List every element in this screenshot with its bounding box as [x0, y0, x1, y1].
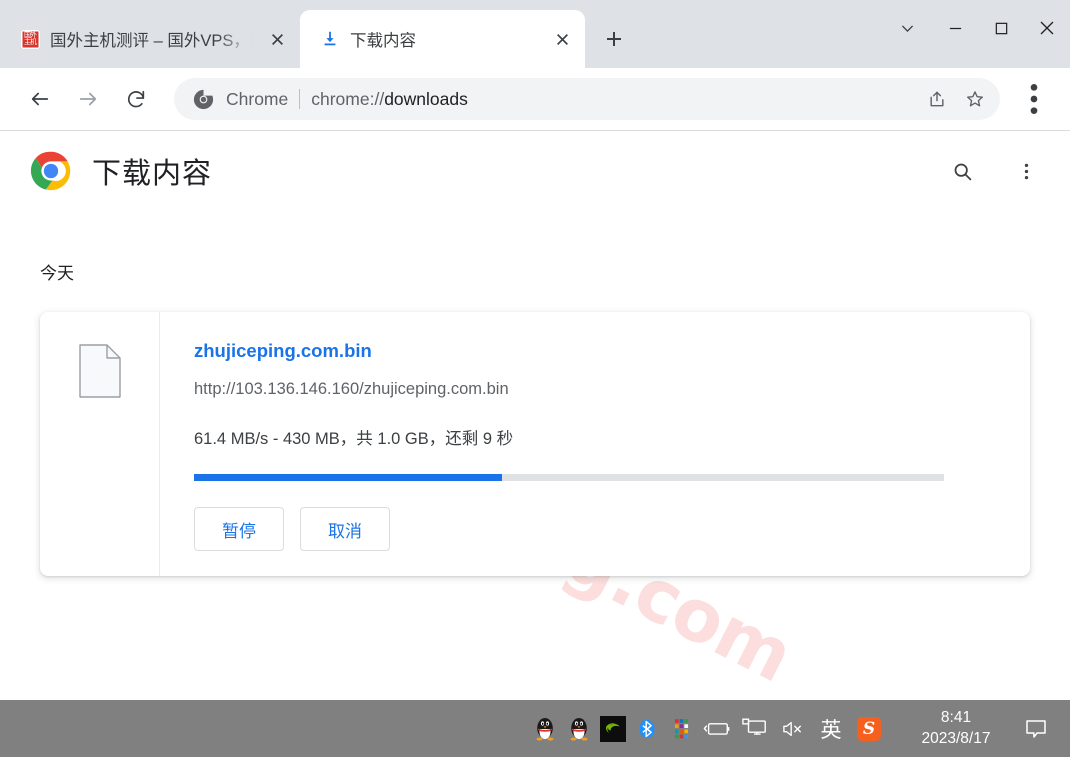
tab-item-1[interactable]: 下载内容 [300, 10, 585, 68]
tab-item-0[interactable]: 国外 主机 国外主机测评 – 国外VPS，国 [0, 10, 300, 68]
chrome-logo [30, 150, 72, 192]
ime-language-indicator[interactable]: 英 [812, 709, 850, 749]
browser-menu-button[interactable] [1014, 79, 1054, 119]
minimize-button[interactable] [932, 0, 978, 56]
nvidia-icon[interactable] [596, 709, 630, 749]
chrome-scheme-icon [192, 88, 214, 110]
download-icon [320, 29, 340, 49]
forward-button[interactable] [64, 75, 112, 123]
clock-time: 8:41 [940, 709, 972, 727]
network-display-icon[interactable] [736, 709, 774, 749]
qq-penguin-icon[interactable] [528, 709, 562, 749]
close-button[interactable] [1024, 0, 1070, 56]
notification-bubble-icon[interactable] [1010, 705, 1062, 753]
search-icon[interactable] [940, 149, 984, 193]
maximize-button[interactable] [978, 0, 1024, 56]
red-seal-favicon: 国外 主机 [20, 29, 40, 49]
back-button[interactable] [16, 75, 64, 123]
download-filename-link[interactable]: zhujiceping.com.bin [194, 340, 372, 362]
download-status-text: 61.4 MB/s - 430 MB，共 1.0 GB，还剩 9 秒 [194, 430, 514, 448]
cancel-button[interactable]: 取消 [300, 507, 390, 551]
download-details: zhujiceping.com.bin http://103.136.146.1… [160, 312, 1030, 576]
download-item-card: zhujiceping.com.bin http://103.136.146.1… [40, 312, 1030, 576]
browser-toolbar: Chrome chrome://downloads [0, 68, 1070, 130]
clock-date: 2023/8/17 [921, 729, 991, 747]
omnibox-url[interactable]: chrome://downloads [311, 89, 918, 110]
pause-button[interactable]: 暂停 [194, 507, 284, 551]
tab-strip: 国外 主机 国外主机测评 – 国外VPS，国 下载内容 [0, 0, 1070, 68]
download-progress-fill [194, 474, 502, 481]
qq-penguin-icon[interactable] [562, 709, 596, 749]
download-action-buttons: 暂停 取消 [194, 507, 1000, 551]
bluetooth-icon[interactable] [630, 709, 664, 749]
system-tray: 英 S [528, 709, 888, 749]
tab-close-button-1[interactable] [549, 26, 575, 52]
page-title: 下载内容 [92, 158, 213, 190]
new-tab-button[interactable] [593, 18, 635, 60]
window-controls [882, 0, 1070, 56]
omnibox-url-path: downloads [384, 88, 468, 109]
ime-label: 英 [820, 717, 842, 742]
color-grid-icon[interactable] [664, 709, 698, 749]
reload-button[interactable] [112, 75, 160, 123]
tab-title-1: 下载内容 [350, 32, 416, 50]
sogou-input-icon[interactable]: S [850, 709, 888, 749]
omnibox-divider [299, 89, 301, 109]
omnibox-scheme-label: Chrome [226, 88, 289, 109]
downloads-date-section-label: 今天 [40, 264, 74, 283]
downloads-header: 下载内容 [0, 131, 1070, 211]
download-progress-bar [194, 474, 944, 481]
battery-icon[interactable] [698, 709, 736, 749]
browser-window: 国外 主机 国外主机测评 – 国外VPS，国 下载内容 Chrome chrom… [0, 0, 1070, 700]
address-bar[interactable]: Chrome chrome://downloads [174, 78, 1000, 120]
sogou-label: S [857, 716, 881, 741]
tab-search-button[interactable] [882, 0, 932, 56]
windows-taskbar: 英 S 8:41 2023/8/17 [0, 700, 1070, 757]
share-icon[interactable] [918, 80, 956, 118]
downloads-menu-button[interactable] [1004, 149, 1048, 193]
bookmark-star-icon[interactable] [956, 80, 994, 118]
omnibox-url-protocol: chrome:// [311, 88, 385, 109]
speaker-muted-icon[interactable] [774, 709, 812, 749]
downloads-page: zhujiceping.com 下载内容 [0, 131, 1070, 700]
tab-close-button-0[interactable] [264, 26, 290, 52]
download-icon-column [40, 312, 160, 576]
taskbar-clock[interactable]: 8:41 2023/8/17 [902, 708, 1010, 749]
tab-title-0: 国外主机测评 – 国外VPS，国 [50, 32, 254, 50]
generic-file-icon [78, 344, 121, 398]
download-source-url: http://103.136.146.160/zhujiceping.com.b… [194, 380, 509, 398]
